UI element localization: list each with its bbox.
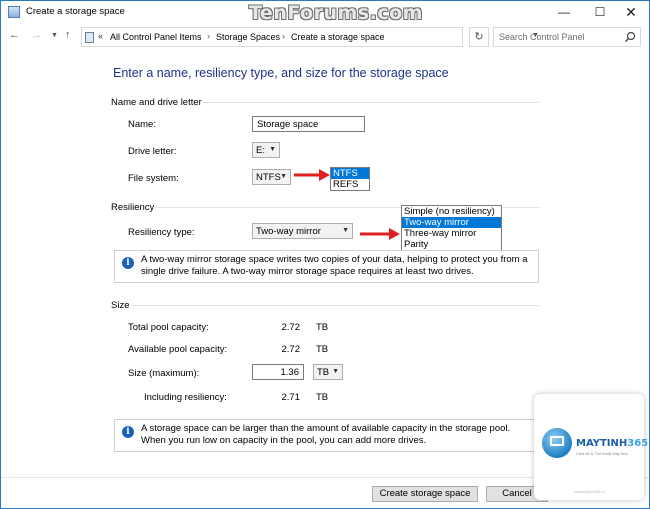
section-divider xyxy=(131,305,539,306)
available-capacity-unit: TB xyxy=(316,344,329,355)
control-panel-icon xyxy=(85,32,94,43)
file-system-dropdown-list: NTFS REFS xyxy=(330,167,370,191)
back-arrow-icon[interactable]: ← xyxy=(9,29,20,41)
option-ntfs[interactable]: NTFS xyxy=(331,168,369,179)
create-storage-space-button[interactable]: Create storage space xyxy=(372,486,478,502)
size-label: Size (maximum): xyxy=(128,368,200,379)
drive-letter-value: E: xyxy=(256,145,265,156)
section-title-size: Size xyxy=(111,300,130,311)
available-capacity-value: 2.72 xyxy=(281,344,301,355)
resiliency-type-label: Resiliency type: xyxy=(128,227,195,238)
option-three-way-mirror[interactable]: Three-way mirror xyxy=(402,228,501,239)
title-bar: Create a storage space TenForums.com — ☐… xyxy=(1,1,650,24)
search-input[interactable]: Search Control Panel xyxy=(493,27,641,47)
control-panel-icon xyxy=(8,6,20,18)
red-arrow-icon xyxy=(294,169,330,181)
option-two-way-mirror[interactable]: Two-way mirror xyxy=(402,217,501,228)
chevron-down-icon: ▼ xyxy=(342,227,349,234)
size-field[interactable] xyxy=(252,364,304,380)
refresh-icon[interactable]: ↻ xyxy=(469,27,489,47)
search-placeholder: Search Control Panel xyxy=(499,32,585,42)
total-capacity-label: Total pool capacity: xyxy=(128,322,209,333)
chevron-down-icon: ▼ xyxy=(332,368,339,375)
size-info-text: A storage space can be larger than the a… xyxy=(141,423,511,446)
site-watermark: TenForums.com xyxy=(249,2,423,24)
chevron-down-icon: ▼ xyxy=(269,146,276,153)
section-divider xyxy=(503,207,539,208)
name-label: Name: xyxy=(128,119,156,130)
resiliency-info-text: A two-way mirror storage space writes tw… xyxy=(141,254,528,277)
total-capacity-unit: TB xyxy=(316,322,329,333)
minimize-button[interactable]: — xyxy=(545,1,583,23)
resiliency-type-select[interactable]: Two-way mirror ▼ xyxy=(252,223,353,239)
option-parity[interactable]: Parity xyxy=(402,239,501,250)
breadcrumb-all-control-panel-items[interactable]: All Control Panel Items xyxy=(110,32,202,42)
breadcrumb-create-storage-space[interactable]: Create a storage space xyxy=(291,32,385,42)
option-simple[interactable]: Simple (no resiliency) xyxy=(402,206,501,217)
red-arrow-icon xyxy=(360,228,400,240)
including-resiliency-label: Including resiliency: xyxy=(144,392,227,403)
including-resiliency-value: 2.71 xyxy=(281,392,301,403)
logo-name-main: MAYTINH xyxy=(576,438,628,449)
size-unit-value: TB xyxy=(317,367,330,378)
maytinh365-logo: MAYTINH365 Chia sẻ & Thủ thuật Máy tính … xyxy=(534,394,648,500)
size-unit-select[interactable]: TB ▼ xyxy=(313,364,343,380)
option-refs[interactable]: REFS xyxy=(331,179,369,190)
drive-letter-select[interactable]: E: ▼ xyxy=(252,142,280,158)
name-field[interactable] xyxy=(252,116,365,132)
resiliency-type-value: Two-way mirror xyxy=(256,226,321,237)
logo-name: MAYTINH365 xyxy=(576,438,648,449)
section-divider xyxy=(203,102,539,103)
logo-name-number: 365 xyxy=(627,438,649,449)
recent-locations-chevron-icon[interactable]: ▼ xyxy=(51,32,58,39)
including-resiliency-unit: TB xyxy=(316,392,329,403)
up-arrow-icon[interactable]: ↑ xyxy=(65,29,71,41)
window-title: Create a storage space xyxy=(26,6,125,17)
breadcrumb-separator[interactable]: › xyxy=(282,31,285,41)
drive-letter-label: Drive letter: xyxy=(128,146,177,157)
section-title-resiliency: Resiliency xyxy=(111,202,155,213)
logo-tagline: Chia sẻ & Thủ thuật Máy tính xyxy=(576,451,628,456)
breadcrumb-storage-spaces[interactable]: Storage Spaces xyxy=(216,32,280,42)
section-divider xyxy=(153,207,401,208)
forward-arrow-icon[interactable]: → xyxy=(31,29,42,41)
info-icon: i xyxy=(122,426,134,438)
available-capacity-label: Available pool capacity: xyxy=(128,344,228,355)
search-icon[interactable] xyxy=(624,31,636,43)
info-icon: i xyxy=(122,257,134,269)
create-storage-space-window: Create a storage space TenForums.com — ☐… xyxy=(0,0,650,509)
resiliency-dropdown-list: Simple (no resiliency) Two-way mirror Th… xyxy=(401,205,502,251)
file-system-select[interactable]: NTFS ▼ xyxy=(252,169,291,185)
file-system-label: File system: xyxy=(128,173,179,184)
navigation-bar: ← → ▼ ↑ « All Control Panel Items › Stor… xyxy=(1,25,649,49)
section-title-name: Name and drive letter xyxy=(111,97,202,108)
breadcrumb-overflow[interactable]: « xyxy=(98,31,103,41)
page-heading: Enter a name, resiliency type, and size … xyxy=(113,66,449,80)
size-info-box: i A storage space can be larger than the… xyxy=(114,419,539,452)
resiliency-info-box: i A two-way mirror storage space writes … xyxy=(114,250,539,283)
chevron-down-icon: ▼ xyxy=(280,173,287,180)
logo-url: www.maytinh365.vn xyxy=(574,490,606,494)
total-capacity-value: 2.72 xyxy=(281,322,301,333)
address-bar[interactable]: « All Control Panel Items › Storage Spac… xyxy=(81,27,539,47)
close-button[interactable]: ✕ xyxy=(612,1,650,23)
breadcrumb-separator[interactable]: › xyxy=(207,31,210,41)
file-system-value: NTFS xyxy=(256,172,281,183)
monitor-icon xyxy=(550,436,564,446)
